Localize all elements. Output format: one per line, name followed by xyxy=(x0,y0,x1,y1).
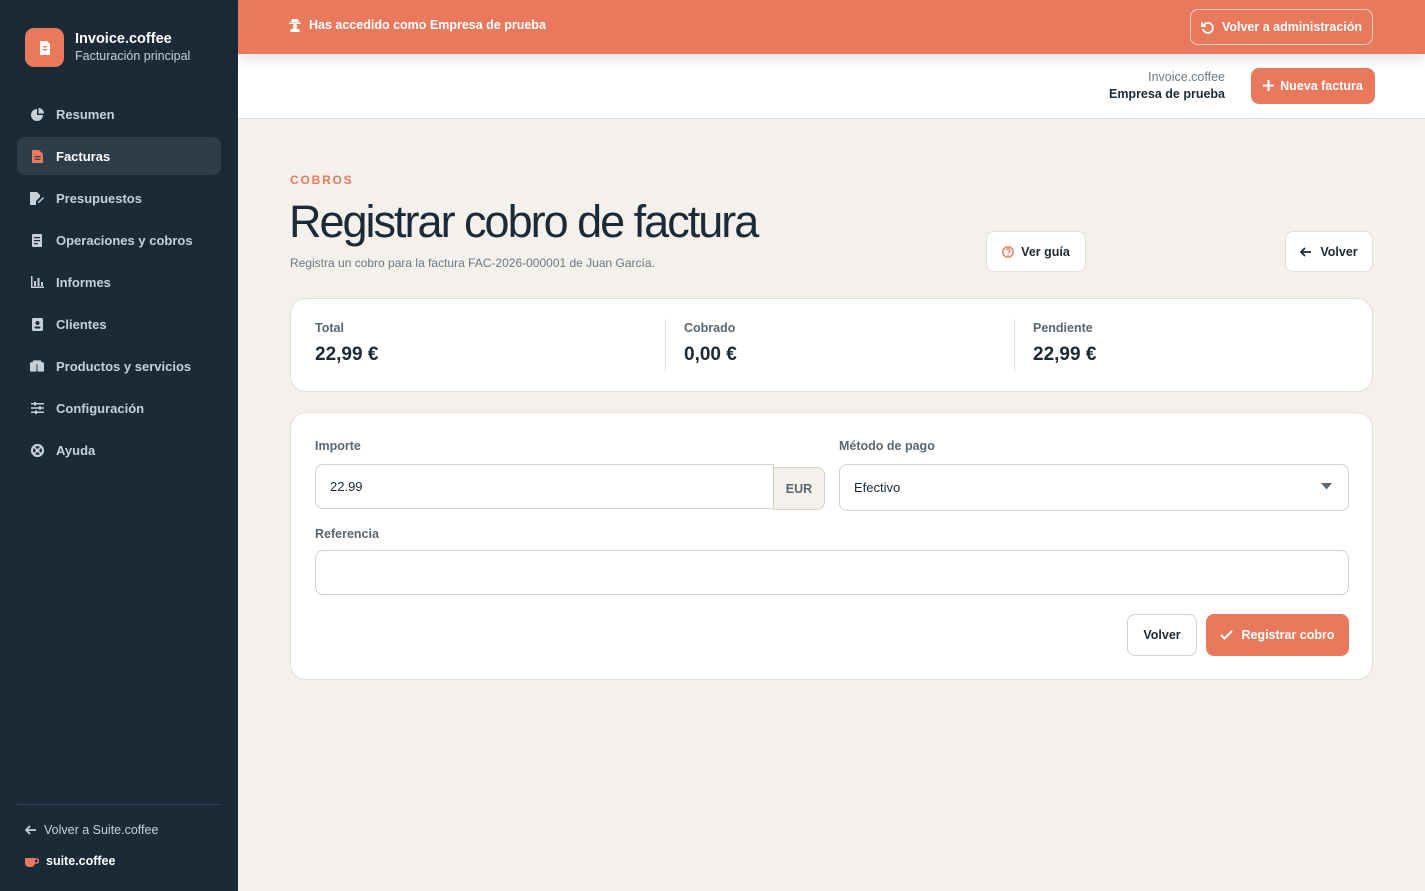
sidebar-item-operaciones[interactable]: Operaciones y cobros xyxy=(17,221,221,259)
summary-collected-label: Cobrado xyxy=(684,321,736,335)
sidebar-item-label: Configuración xyxy=(56,400,145,416)
back-button[interactable]: Volver xyxy=(1285,231,1373,272)
sidebar-item-clientes[interactable]: Clientes xyxy=(17,305,221,343)
summary-total-label: Total xyxy=(315,321,344,335)
currency-addon: EUR xyxy=(773,467,825,510)
arrow-left-icon xyxy=(1300,246,1312,257)
invoice-logo-icon xyxy=(25,28,64,67)
sidebar-divider xyxy=(17,804,221,805)
sidebar-item-label: Ayuda xyxy=(56,442,96,458)
sidebar-item-label: Clientes xyxy=(56,316,107,332)
sidebar-nav: Resumen Facturas Presupuestos Operacione… xyxy=(17,95,221,473)
suite-brand: suite.coffee xyxy=(25,854,115,868)
new-invoice-label: Nueva factura xyxy=(1280,79,1363,93)
amount-label: Importe xyxy=(315,439,361,453)
pie-chart-icon xyxy=(30,107,44,121)
payment-method-label: Método de pago xyxy=(839,439,935,453)
sidebar-item-configuracion[interactable]: Configuración xyxy=(17,389,221,427)
chevron-down-icon xyxy=(1321,483,1332,490)
file-edit-icon xyxy=(30,191,44,205)
cancel-button[interactable]: Volver xyxy=(1127,614,1197,656)
new-invoice-button[interactable]: Nueva factura xyxy=(1251,68,1375,104)
help-circle-icon xyxy=(1002,245,1015,258)
top-header: Invoice.coffee Empresa de prueba Nueva f… xyxy=(238,54,1425,119)
payment-form-card: Importe EUR Método de pago Efectivo Refe… xyxy=(290,412,1373,680)
page-eyebrow: COBROS xyxy=(290,173,354,187)
lifebuoy-icon xyxy=(30,443,44,457)
summary-total-value: 22,99 € xyxy=(315,344,379,365)
sidebar-item-label: Facturas xyxy=(56,148,111,164)
page-subtitle: Registra un cobro para la factura FAC-20… xyxy=(290,256,655,270)
header-app-name: Invoice.coffee xyxy=(1148,70,1225,84)
cancel-label: Volver xyxy=(1143,628,1181,642)
summary-collected: Cobrado 0,00 € xyxy=(684,321,737,366)
amount-input[interactable] xyxy=(315,464,774,509)
summary-total: Total 22,99 € xyxy=(315,321,378,366)
banner-message: Has accedido como Empresa de prueba xyxy=(309,18,546,32)
suite-brand-label: suite.coffee xyxy=(46,854,116,868)
register-payment-label: Registrar cobro xyxy=(1241,628,1335,642)
brand: Invoice.coffee Facturación principal xyxy=(25,28,190,67)
register-payment-button[interactable]: Registrar cobro xyxy=(1206,614,1349,656)
page-title: Registrar cobro de factura xyxy=(289,196,759,247)
summary-divider xyxy=(1014,319,1015,371)
view-guide-button[interactable]: Ver guía xyxy=(986,231,1086,272)
boxes-icon xyxy=(30,359,44,373)
sidebar-item-label: Productos y servicios xyxy=(56,358,192,374)
return-to-admin-label: Volver a administración xyxy=(1221,20,1363,34)
summary-divider xyxy=(665,319,666,371)
back-to-suite-label: Volver a Suite.coffee xyxy=(44,823,159,837)
plus-icon xyxy=(1263,79,1275,93)
sidebar-item-facturas[interactable]: Facturas xyxy=(17,137,221,175)
coffee-cup-icon xyxy=(25,856,39,867)
arrow-left-icon xyxy=(25,825,37,835)
brand-title: Invoice.coffee xyxy=(75,31,172,47)
invoice-icon xyxy=(30,149,44,163)
sidebar-item-resumen[interactable]: Resumen xyxy=(17,95,221,133)
reference-label: Referencia xyxy=(315,527,379,541)
sidebar-item-label: Informes xyxy=(56,274,111,290)
summary-pending-label: Pendiente xyxy=(1033,321,1093,335)
brand-subtitle: Facturación principal xyxy=(75,49,191,63)
check-icon xyxy=(1220,630,1234,640)
reference-input[interactable] xyxy=(315,550,1349,595)
bar-chart-icon xyxy=(30,275,44,289)
sidebar-item-informes[interactable]: Informes xyxy=(17,263,221,301)
summary-collected-value: 0,00 € xyxy=(684,344,737,365)
sidebar-item-label: Presupuestos xyxy=(56,190,142,206)
sidebar: Invoice.coffee Facturación principal Res… xyxy=(0,0,238,891)
payment-method-select[interactable]: Efectivo xyxy=(839,464,1349,511)
summary-pending-value: 22,99 € xyxy=(1033,344,1097,365)
contact-card-icon xyxy=(30,317,44,331)
payment-summary-card: Total 22,99 € Cobrado 0,00 € Pendiente 2… xyxy=(290,298,1373,392)
sidebar-item-productos[interactable]: Productos y servicios xyxy=(17,347,221,385)
summary-pending: Pendiente 22,99 € xyxy=(1033,321,1096,366)
back-label: Volver xyxy=(1320,244,1358,259)
sidebar-item-label: Operaciones y cobros xyxy=(56,232,193,248)
sidebar-item-label: Resumen xyxy=(56,106,115,122)
return-to-admin-button[interactable]: Volver a administración xyxy=(1190,9,1373,45)
sliders-icon xyxy=(30,401,44,415)
user-secret-icon xyxy=(289,18,301,32)
impersonation-banner: Has accedido como Empresa de prueba Volv… xyxy=(238,0,1425,54)
payment-method-value: Efectivo xyxy=(854,480,901,495)
receipt-icon xyxy=(30,233,44,247)
sidebar-item-ayuda[interactable]: Ayuda xyxy=(17,431,221,469)
undo-icon xyxy=(1201,21,1214,34)
view-guide-label: Ver guía xyxy=(1021,244,1070,259)
header-company-name: Empresa de prueba xyxy=(1108,87,1225,101)
back-to-suite-link[interactable]: Volver a Suite.coffee xyxy=(25,823,158,837)
sidebar-item-presupuestos[interactable]: Presupuestos xyxy=(17,179,221,217)
